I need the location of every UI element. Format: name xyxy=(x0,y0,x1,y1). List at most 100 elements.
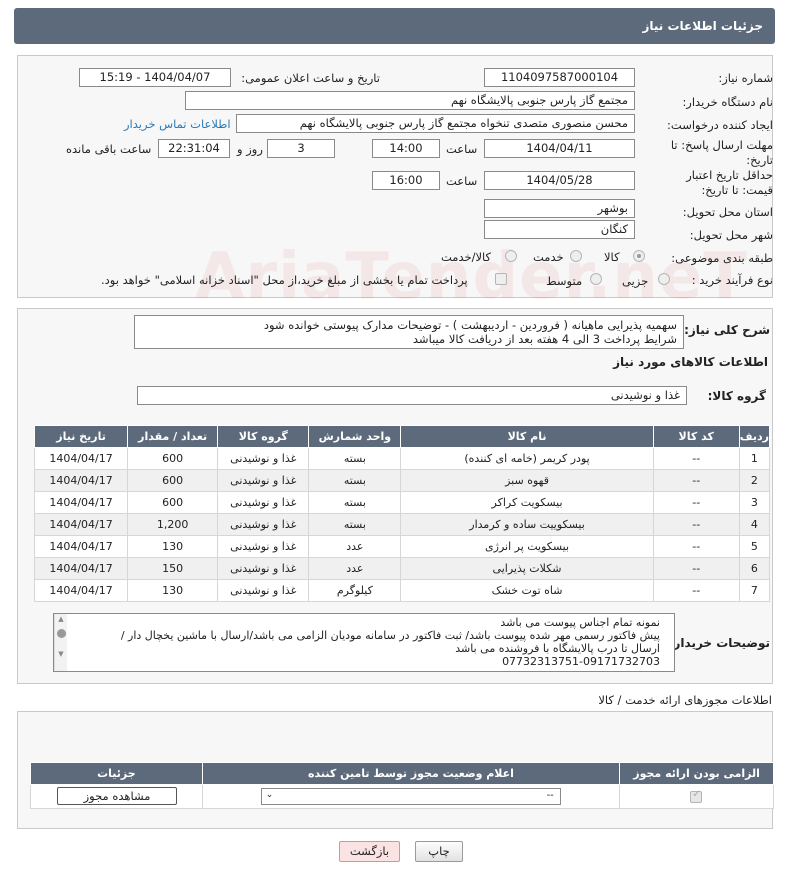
print-button[interactable]: چاپ xyxy=(415,841,463,862)
col-group: گروه کالا xyxy=(217,425,310,448)
reply-date-field: 1404/04/11 xyxy=(484,139,635,158)
col-name: نام کالا xyxy=(400,425,654,448)
cell-date: 1404/04/17 xyxy=(33,447,129,470)
cell-date: 1404/04/17 xyxy=(33,469,129,492)
buyer-notes-line4: 07732313751-09171732703 xyxy=(502,655,660,668)
page-header: جزئیات اطلاعات نیاز xyxy=(14,8,775,44)
cell-group: غذا و نوشیدنی xyxy=(217,447,310,470)
remaining-time-field: 22:31:04 xyxy=(158,139,230,158)
process-minor-label: جزیی xyxy=(622,274,649,288)
cell-row: 3 xyxy=(738,491,771,514)
chevron-down-icon: ⌄ xyxy=(265,790,274,800)
goods-group-field: غذا و نوشیدنی xyxy=(137,386,687,405)
cell-date: 1404/04/17 xyxy=(33,513,129,536)
cell-group: غذا و نوشیدنی xyxy=(217,535,310,558)
cell-name: شاه توت خشک xyxy=(400,579,654,602)
col-unit: واحد شمارش xyxy=(308,425,402,448)
buyer-notes-label: توضیحات خریدار: xyxy=(668,636,770,650)
need-number-field: 1104097587000104 xyxy=(484,68,635,87)
view-license-button[interactable]: مشاهده مجوز xyxy=(57,787,177,805)
category-goods-radio[interactable] xyxy=(633,250,645,262)
cell-code: -- xyxy=(652,491,740,514)
back-button[interactable]: بازگشت xyxy=(339,841,400,862)
cell-name: بیسکویت پر انرژی xyxy=(400,535,654,558)
price-date-field: 1404/05/28 xyxy=(484,171,635,190)
buyer-contact-link[interactable]: اطلاعات تماس خریدار xyxy=(124,117,231,131)
description-line1: سهمیه پذیرایی ماهیانه ( فروردین - اردیبه… xyxy=(263,318,677,332)
announce-field: 1404/04/07 - 15:19 xyxy=(79,68,231,87)
category-both-radio[interactable] xyxy=(505,250,517,262)
lic-col-required: الزامی بودن ارائه مجوز xyxy=(619,762,774,785)
price-time-label: ساعت xyxy=(446,174,478,188)
description-label: شرح کلی نیاز: xyxy=(684,323,770,337)
cell-unit: بسته xyxy=(308,513,402,536)
lic-col-details: جزئیات xyxy=(30,762,203,785)
scroll-up-icon[interactable]: ▲ xyxy=(55,615,67,623)
remaining-label: ساعت باقی مانده xyxy=(66,142,152,156)
cell-group: غذا و نوشیدنی xyxy=(217,491,310,514)
cell-qty: 600 xyxy=(127,491,219,514)
treasury-payment-checkbox[interactable] xyxy=(495,273,507,285)
table-row: 3 -- بیسکویت کراکر بسته غذا و نوشیدنی 600 1404… xyxy=(33,491,771,514)
description-textarea[interactable]: سهمیه پذیرایی ماهیانه ( فروردین - اردیبه… xyxy=(134,315,684,349)
cell-code: -- xyxy=(652,557,740,580)
col-qty: تعداد / مقدار xyxy=(127,425,219,448)
province-field: بوشهر xyxy=(484,199,635,218)
buyer-notes-scrollbar[interactable]: ▲ ▼ xyxy=(54,614,67,671)
license-row: ✓ -- ⌄ مشاهده مجوز xyxy=(30,784,774,809)
cell-unit: عدد xyxy=(308,535,402,558)
need-number-label: شماره نیاز: xyxy=(718,71,773,85)
cell-group: غذا و نوشیدنی xyxy=(217,579,310,602)
table-row: 2 -- قهوه سبز بسته غذا و نوشیدنی 600 1404/04/1… xyxy=(33,469,771,492)
license-status-cell: -- ⌄ xyxy=(201,784,621,809)
reply-deadline-label: مهلت ارسال پاسخ: تا تاریخ: xyxy=(670,138,773,167)
category-service-radio[interactable] xyxy=(570,250,582,262)
buyer-notes-textarea[interactable]: نمونه تمام اجناس پیوست می باشد پیش فاکتو… xyxy=(53,613,675,672)
buyer-notes-line1: نمونه تمام اجناس پیوست می باشد xyxy=(500,616,660,629)
buyer-org-field: مجتمع گاز پارس جنوبی پالایشگاه نهم xyxy=(185,91,635,110)
cell-group: غذا و نوشیدنی xyxy=(217,513,310,536)
cell-unit: بسته xyxy=(308,447,402,470)
cell-name: بیسکوییت ساده و کرمدار xyxy=(400,513,654,536)
scroll-thumb[interactable] xyxy=(56,629,66,638)
cell-qty: 600 xyxy=(127,447,219,470)
goods-group-label: گروه کالا: xyxy=(707,389,766,403)
process-label: نوع فرآیند خرید : xyxy=(691,273,773,287)
table-row: 6 -- شکلات پذیرایی عدد غذا و نوشیدنی 150 1404/… xyxy=(33,557,771,580)
cell-unit: عدد xyxy=(308,557,402,580)
process-minor-radio[interactable] xyxy=(658,273,670,285)
cell-name: بیسکویت کراکر xyxy=(400,491,654,514)
days-and-label: روز و xyxy=(237,142,263,156)
buyer-notes-line3: ارسال تا درب پالایشگاه با فروشنده می باش… xyxy=(455,642,660,655)
cell-group: غذا و نوشیدنی xyxy=(217,469,310,492)
buyer-notes-line2: پیش فاکتور رسمی مهر شده پیوست باشد/ ثبت … xyxy=(120,629,660,642)
scroll-down-icon[interactable]: ▼ xyxy=(55,650,67,658)
cell-code: -- xyxy=(652,447,740,470)
licenses-table-header: الزامی بودن ارائه مجوز اعلام وضعیت مجوز … xyxy=(30,762,774,785)
process-medium-radio[interactable] xyxy=(590,273,602,285)
category-both-label: کالا/خدمت xyxy=(441,250,492,264)
license-required-checkbox: ✓ xyxy=(690,789,703,803)
treasury-payment-note: پرداخت تمام یا بخشی از مبلغ خرید،از محل … xyxy=(101,273,468,287)
license-status-value: -- xyxy=(546,790,554,801)
cell-qty: 600 xyxy=(127,469,219,492)
cell-name: قهوه سبز xyxy=(400,469,654,492)
cell-name: شکلات پذیرایی xyxy=(400,557,654,580)
items-table-header: ردیف کد کالا نام کالا واحد شمارش گروه کا… xyxy=(33,425,771,448)
cell-date: 1404/04/17 xyxy=(33,491,129,514)
check-icon: ✓ xyxy=(692,789,701,800)
license-status-select[interactable]: -- ⌄ xyxy=(260,788,561,805)
table-row: 5 -- بیسکویت پر انرژی عدد غذا و نوشیدنی 130 14… xyxy=(33,535,771,558)
reply-time-label: ساعت xyxy=(446,142,478,156)
cell-row: 6 xyxy=(738,557,771,580)
table-row: 1 -- پودر کریمر (خامه ای کننده) بسته غذا و ن… xyxy=(33,447,771,470)
cell-qty: 150 xyxy=(127,557,219,580)
goods-section-title: اطلاعات کالاهای مورد نیاز xyxy=(613,355,768,369)
cell-qty: 130 xyxy=(127,579,219,602)
price-validity-label: حداقل تاریخ اعتبار قیمت: تا تاریخ: xyxy=(686,168,773,197)
cell-row: 2 xyxy=(738,469,771,492)
cell-date: 1404/04/17 xyxy=(33,535,129,558)
cell-unit: بسته xyxy=(308,491,402,514)
cell-name: پودر کریمر (خامه ای کننده) xyxy=(400,447,654,470)
col-row: ردیف xyxy=(738,425,771,448)
